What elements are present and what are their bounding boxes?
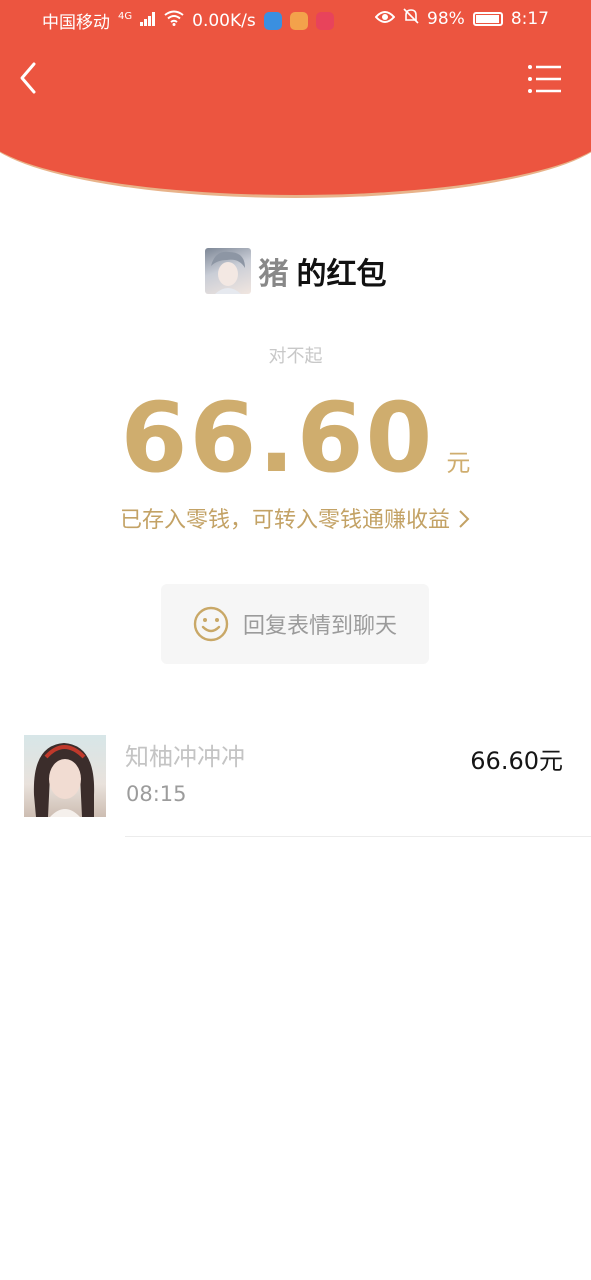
status-bar: 中国移动 4G 0.00K/s 98% 8:17 — [0, 0, 591, 40]
packet-title: 猪 的红包 — [0, 248, 591, 294]
store-app-icon — [315, 11, 334, 30]
chevron-left-icon — [20, 62, 36, 94]
amount-display: 66.60 元 — [0, 382, 591, 494]
clock: 8:17 — [510, 8, 549, 29]
battery-icon — [472, 11, 503, 26]
tool-app-icon — [289, 11, 308, 30]
packet-title-suffix: 的红包 — [296, 257, 387, 292]
list-menu-icon — [528, 65, 561, 93]
deposit-text: 已存入零钱，可转入零钱通赚收益 — [119, 508, 450, 533]
list-divider — [125, 836, 591, 837]
deposit-link[interactable]: 已存入零钱，可转入零钱通赚收益 — [0, 502, 591, 534]
mute-bell-icon — [403, 8, 419, 29]
packet-amount: 66.60 — [120, 382, 435, 494]
signal-icon — [140, 11, 156, 31]
wifi-icon — [164, 10, 184, 31]
smiley-icon — [193, 606, 229, 642]
chevron-right-icon — [459, 510, 470, 528]
back-button[interactable] — [12, 58, 48, 98]
received-amount: 66.60元 — [470, 747, 563, 775]
amount-unit: 元 — [446, 449, 471, 477]
browser-app-icon — [263, 11, 282, 30]
menu-button[interactable] — [527, 62, 563, 96]
sender-avatar[interactable] — [204, 248, 251, 294]
network-type: 4G — [118, 11, 133, 22]
receive-time: 08:15 — [126, 782, 187, 806]
receiver-name: 知柚冲冲冲 — [125, 743, 245, 771]
network-speed: 0.00K/s — [192, 10, 256, 31]
sender-name: 猪 — [258, 257, 289, 292]
packet-message: 对不起 — [268, 346, 323, 367]
battery-percent: 98% — [427, 8, 465, 29]
reply-emoji-button[interactable]: 回复表情到聊天 — [161, 584, 429, 664]
eye-icon — [374, 9, 396, 29]
receiver-row[interactable]: 知柚冲冲冲 08:15 66.60元 — [24, 735, 591, 837]
receiver-avatar[interactable] — [24, 735, 106, 817]
reply-button-label: 回复表情到聊天 — [242, 614, 397, 639]
carrier-label: 中国移动 — [42, 13, 110, 33]
